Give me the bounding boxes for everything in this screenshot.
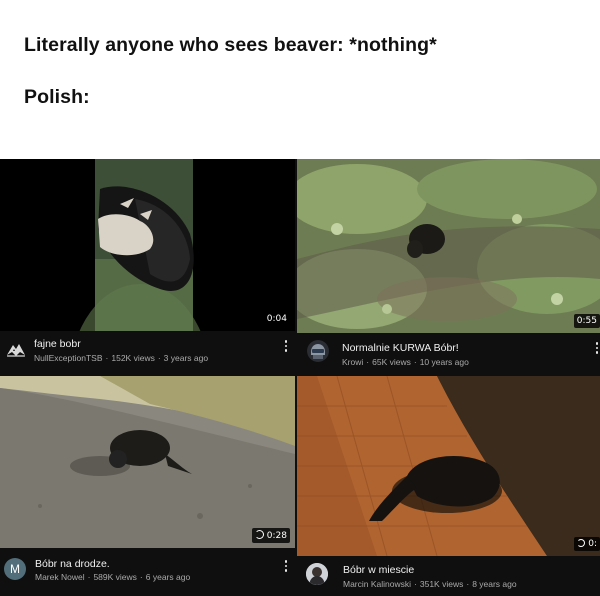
- wolf-logo-icon[interactable]: [5, 339, 27, 361]
- upload-age: 10 years ago: [419, 357, 469, 367]
- beaver-sidewalk-thumbnail-image: [297, 376, 600, 556]
- view-count: 152K views: [111, 353, 155, 363]
- meme-caption-line-1: Literally anyone who sees beaver: *nothi…: [24, 34, 437, 56]
- video-meta: NullExceptionTSB · 152K views · 3 years ago: [34, 353, 209, 363]
- channel-name[interactable]: Marek Nowel: [35, 572, 85, 582]
- replay-icon: [254, 530, 264, 539]
- video-grid: 0:04 fajne bobr NullExceptionTSB · 152K vi…: [0, 159, 600, 596]
- video-meta: Marcin Kalinowski · 351K views · 8 years ago: [343, 579, 517, 589]
- beaver-road-thumbnail-image: [0, 376, 295, 548]
- letter-avatar-icon[interactable]: M: [4, 558, 26, 580]
- video-thumbnail[interactable]: 0:28: [0, 376, 295, 548]
- video-title[interactable]: Bóbr na drodze.: [35, 558, 110, 570]
- video-info: Normalnie KURWA Bóbr! Krowi · 65K views · 10…: [297, 333, 600, 376]
- person-photo-avatar-icon[interactable]: [306, 563, 328, 585]
- upload-age: 6 years ago: [145, 572, 191, 582]
- video-duration: 0:55: [573, 314, 600, 328]
- video-duration: 0:04: [263, 312, 290, 326]
- upload-age: 8 years ago: [472, 579, 517, 589]
- more-options-icon[interactable]: [595, 342, 599, 356]
- video-duration: 0:28: [251, 528, 290, 543]
- channel-name[interactable]: Krowi: [342, 357, 363, 367]
- video-title[interactable]: fajne bobr: [34, 338, 81, 350]
- beaver-grass-thumbnail-image: [297, 159, 600, 333]
- meme-caption-line-2: Polish:: [24, 86, 90, 108]
- video-card-normalnie-kurwa-bobr[interactable]: 0:55 Normalnie KURWA Bóbr! Krowi · 65K vie…: [297, 159, 600, 376]
- view-count: 589K views: [93, 572, 137, 582]
- video-thumbnail[interactable]: 0:04: [0, 159, 295, 331]
- video-card-fajne-bobr[interactable]: 0:04 fajne bobr NullExceptionTSB · 152K vi…: [0, 159, 295, 376]
- video-meta: Krowi · 65K views · 10 years ago: [342, 357, 469, 367]
- beaver-night-thumbnail-image: [0, 159, 295, 331]
- helmet-avatar-icon[interactable]: [307, 340, 329, 362]
- video-info: M Bóbr na drodze. Marek Nowel · 589K views…: [0, 548, 295, 596]
- channel-name[interactable]: Marcin Kalinowski: [343, 579, 411, 589]
- replay-icon: [577, 539, 586, 547]
- video-thumbnail[interactable]: 0:55: [297, 159, 600, 333]
- video-duration: 0:: [574, 537, 600, 551]
- more-options-icon[interactable]: [284, 340, 288, 354]
- video-card-bobr-na-drodze[interactable]: 0:28 M Bóbr na drodze. Marek Nowel · 589K …: [0, 376, 295, 596]
- more-options-icon[interactable]: [284, 560, 288, 574]
- channel-name[interactable]: NullExceptionTSB: [34, 353, 103, 363]
- view-count: 351K views: [419, 579, 464, 589]
- video-info: fajne bobr NullExceptionTSB · 152K views · 3…: [0, 331, 295, 376]
- video-title[interactable]: Bóbr w miescie: [343, 564, 414, 576]
- video-info: Bóbr w miescie Marcin Kalinowski · 351K vi…: [297, 556, 600, 596]
- upload-age: 3 years ago: [163, 353, 209, 363]
- video-meta: Marek Nowel · 589K views · 6 years ago: [35, 572, 191, 582]
- view-count: 65K views: [372, 357, 411, 367]
- avatar-letter: M: [10, 562, 20, 576]
- video-title[interactable]: Normalnie KURWA Bóbr!: [342, 342, 459, 354]
- video-card-bobr-w-miescie[interactable]: 0: Bóbr w miescie Marcin Kalinowski · 351K…: [297, 376, 600, 596]
- video-thumbnail[interactable]: 0:: [297, 376, 600, 556]
